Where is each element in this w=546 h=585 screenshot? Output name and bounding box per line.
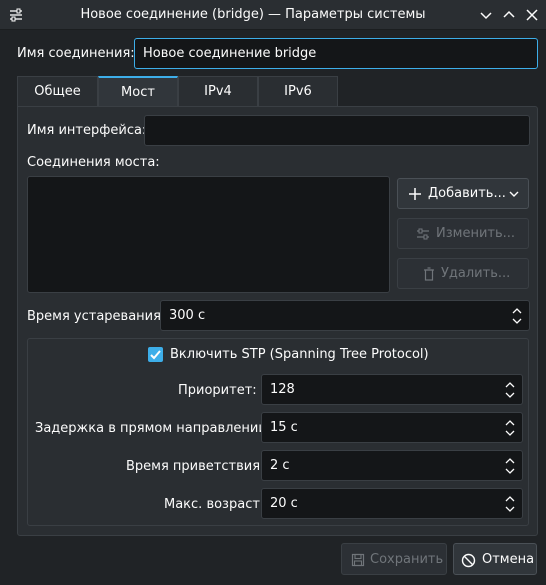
hello-time-value: 2 с (270, 458, 290, 473)
plus-icon (409, 188, 421, 200)
spin-arrows-icon (505, 382, 515, 398)
maximize-button[interactable] (500, 6, 518, 24)
close-icon (526, 9, 538, 21)
priority-label: Приоритет: (178, 383, 257, 398)
title-bar: Новое соединение (bridge) — Параметры си… (0, 0, 546, 30)
tab-general[interactable]: Общее (17, 76, 98, 107)
spin-arrows-icon (512, 308, 522, 324)
aging-time-label: Время устаревания: (27, 309, 166, 324)
forward-delay-label: Задержка в прямом направлении: (35, 421, 272, 436)
spin-arrows-icon (505, 420, 515, 436)
max-age-value: 20 с (270, 496, 298, 511)
cancel-circle-icon (461, 553, 476, 568)
save-button[interactable]: Сохранить (341, 543, 447, 575)
cancel-button[interactable]: Отмена (453, 543, 537, 575)
connection-name-input[interactable]: Новое соединение bridge (134, 38, 538, 69)
spin-arrows-icon (505, 496, 515, 512)
aging-time-value: 300 с (169, 308, 206, 323)
chevron-up-icon (503, 10, 515, 18)
delete-button[interactable]: Удалить... (397, 258, 529, 289)
chevron-down-icon (509, 191, 519, 197)
interface-name-label: Имя интерфейса: (27, 123, 147, 138)
bridge-panel: Имя интерфейса: Соединения моста: Добави… (17, 106, 538, 536)
priority-value: 128 (270, 382, 295, 397)
forward-delay-value: 15 с (270, 420, 298, 435)
stp-checkbox[interactable] (148, 347, 163, 362)
edit-button[interactable]: Изменить... (397, 218, 529, 249)
priority-spinbox[interactable]: 128 (261, 374, 523, 405)
interface-name-input[interactable] (144, 115, 530, 146)
chevron-down-icon (480, 12, 492, 20)
checkmark-icon (150, 350, 161, 360)
window-title: Новое соединение (bridge) — Параметры си… (80, 7, 426, 22)
bridge-connections-list[interactable] (27, 176, 390, 293)
add-button-label: Добавить... (428, 186, 506, 201)
add-button[interactable]: Добавить... (397, 178, 529, 209)
edit-button-label: Изменить... (436, 226, 516, 241)
max-age-label: Макс. возраст: (164, 497, 265, 512)
floppy-disk-icon (351, 553, 365, 567)
cancel-button-label: Отмена (482, 552, 535, 567)
spin-arrows-icon (505, 458, 515, 474)
tab-ipv6[interactable]: IPv6 (258, 76, 338, 107)
aging-time-spinbox[interactable]: 300 с (160, 300, 530, 331)
minimize-button[interactable] (477, 6, 495, 24)
delete-button-label: Удалить... (441, 266, 511, 281)
max-age-spinbox[interactable]: 20 с (261, 488, 523, 519)
hello-time-label: Время приветствия: (126, 459, 265, 474)
sliders-icon (417, 228, 429, 240)
trash-icon (424, 267, 434, 281)
tab-bridge[interactable]: Мост (98, 76, 178, 108)
stp-group: Включить STP (Spanning Tree Protocol) Пр… (27, 338, 529, 526)
close-button[interactable] (523, 6, 541, 24)
connection-name-label: Имя соединения: (17, 46, 135, 61)
stp-checkbox-label: Включить STP (Spanning Tree Protocol) (170, 347, 429, 362)
hello-time-spinbox[interactable]: 2 с (261, 450, 523, 481)
tab-ipv4[interactable]: IPv4 (178, 76, 258, 107)
bridge-connections-label: Соединения моста: (27, 155, 160, 170)
save-button-label: Сохранить (370, 552, 444, 567)
forward-delay-spinbox[interactable]: 15 с (261, 412, 523, 443)
